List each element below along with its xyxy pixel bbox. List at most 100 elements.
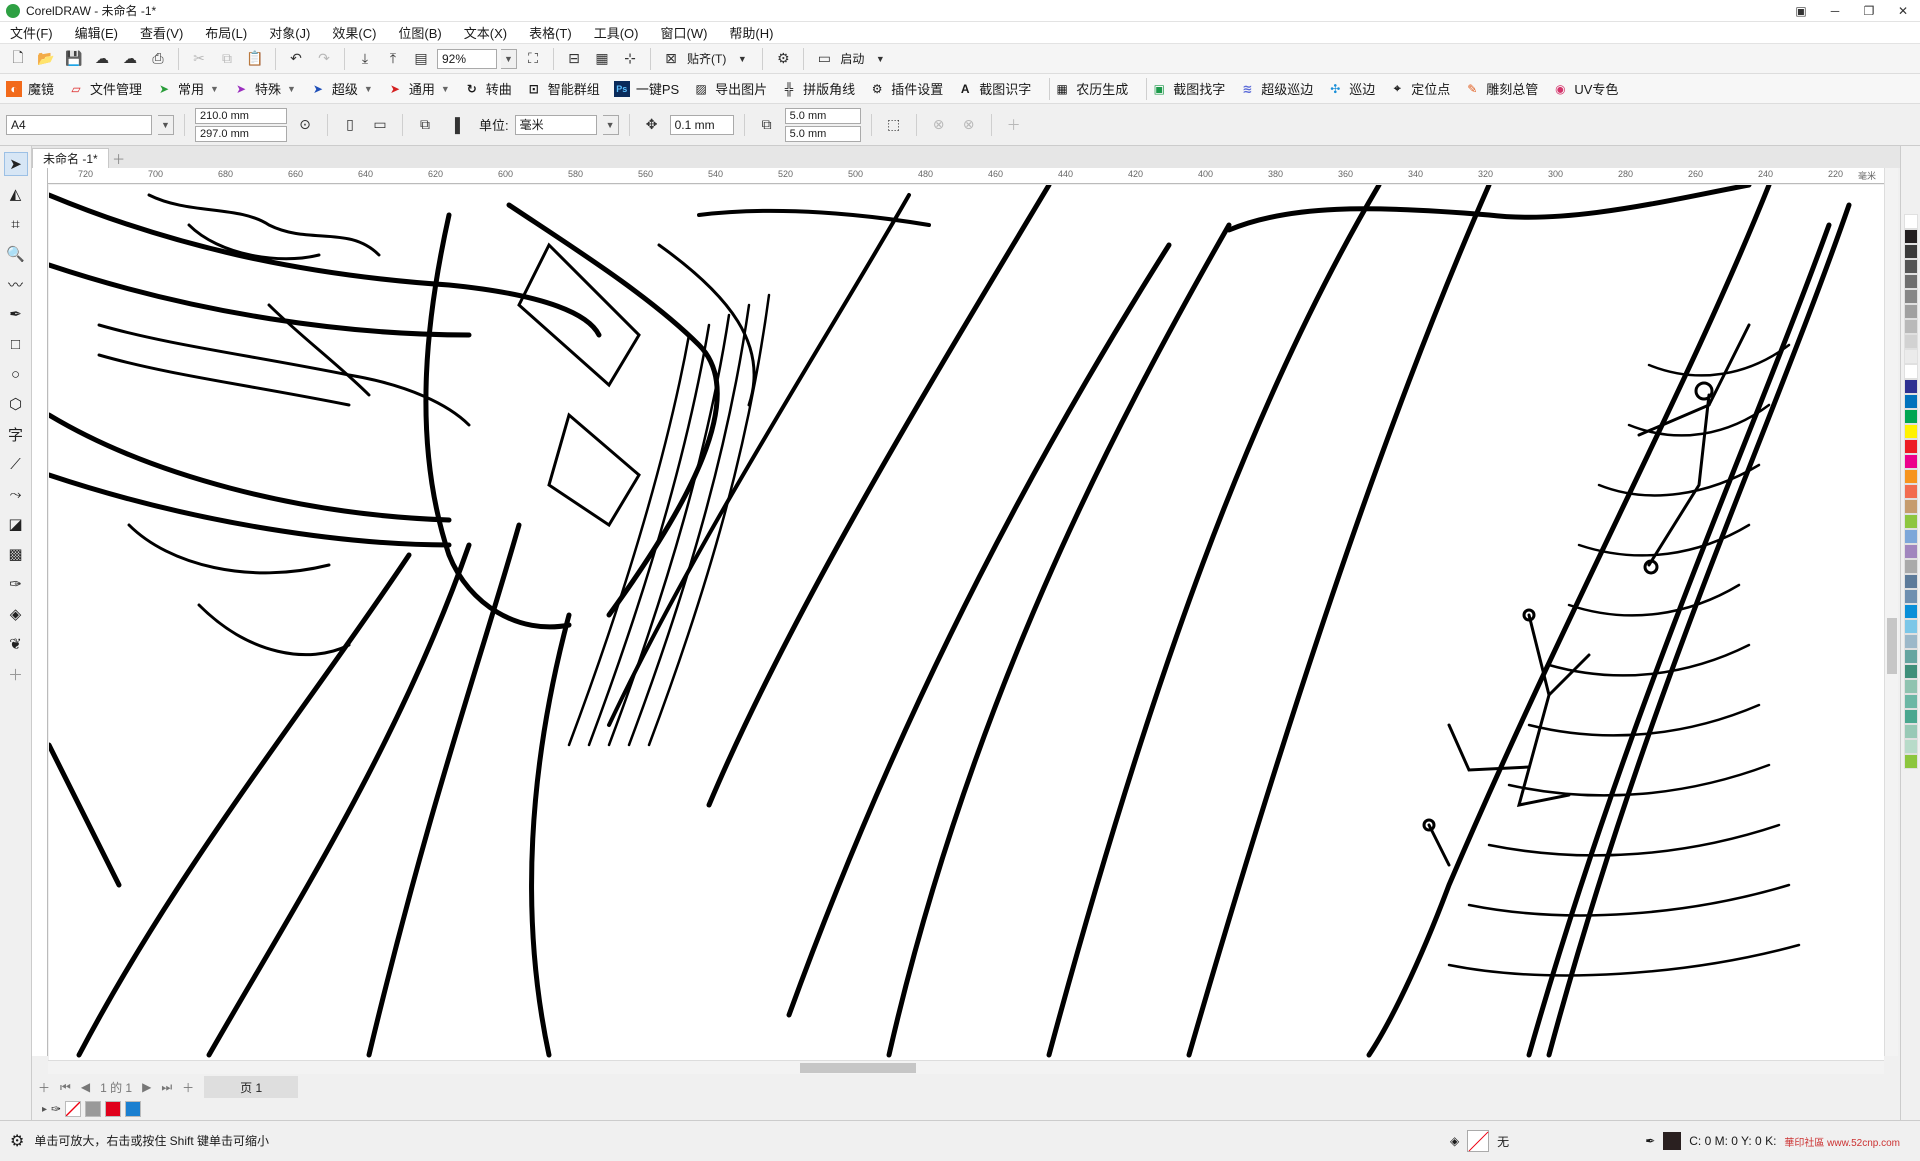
menu-text[interactable]: 文本(X) [464,23,507,42]
document-palette-swatch[interactable] [105,1101,122,1117]
menu-tools[interactable]: 工具(O) [594,23,639,42]
palette-swatch[interactable] [1903,259,1918,274]
palette-swatch[interactable] [1903,214,1918,229]
drawing-canvas[interactable] [49,185,1884,1060]
plugin-special[interactable]: ➤ 特殊 ▼ [233,79,296,98]
plugin-super-trace[interactable]: ≋ 超级巡边 [1239,79,1313,98]
palette-swatch[interactable] [1903,424,1918,439]
palette-swatch[interactable] [1903,514,1918,529]
plugin-trace-edge[interactable]: ✣ 巡边 [1327,79,1375,98]
vertical-ruler[interactable] [32,168,48,1056]
plugin-smart-group[interactable]: ⊡ 智能群组 [526,79,600,98]
freehand-tool-icon[interactable]: 〰 [4,272,28,296]
eyedropper-icon[interactable]: ✑ [51,1102,61,1116]
polygon-tool-icon[interactable]: ⬡ [4,392,28,416]
publish-pdf-icon[interactable]: ▤ [409,47,433,71]
palette-swatch[interactable] [1903,334,1918,349]
interactive-fill-tool-icon[interactable]: ◈ [4,602,28,626]
palette-swatch[interactable] [1903,304,1918,319]
print-icon[interactable]: ⎙ [146,47,170,71]
palette-swatch[interactable] [1903,439,1918,454]
menu-bitmaps[interactable]: 位图(B) [398,23,441,42]
all-pages-size-icon[interactable]: ⊙ [293,113,317,137]
palette-swatch[interactable] [1903,229,1918,244]
edit-page-icon[interactable]: ⬚ [882,113,906,137]
text-tool-icon[interactable]: 字 [4,422,28,446]
show-rulers-icon[interactable]: ⊟ [562,47,586,71]
palette-swatch[interactable] [1903,244,1918,259]
pick-tool-icon[interactable]: ➤ [3,152,28,176]
close-icon[interactable]: ✕ [1886,0,1920,22]
last-page-icon[interactable]: ⏭ [161,1080,172,1095]
status-gear-icon[interactable]: ⚙ [10,1131,24,1151]
palette-swatch[interactable] [1903,364,1918,379]
plugin-ocr[interactable]: A 截图识字 [957,79,1031,98]
palette-swatch[interactable] [1903,634,1918,649]
chevron-down-icon[interactable]: ▼ [730,47,754,71]
palette-swatch[interactable] [1903,529,1918,544]
scroll-thumb[interactable] [800,1063,916,1073]
portrait-icon[interactable]: ▯ [338,113,362,137]
duplicate-y-input[interactable]: 5.0 mm [784,125,861,142]
menu-edit[interactable]: 编辑(E) [75,23,118,42]
menu-layout[interactable]: 布局(L) [205,23,247,42]
chevron-down-icon[interactable]: ▼ [210,84,219,94]
new-document-icon[interactable]: 🗋 [6,47,30,71]
cloud-download-icon[interactable]: ☁ [90,47,114,71]
connector-tool-icon[interactable]: ⤳ [4,482,28,506]
ellipse-tool-icon[interactable]: ○ [4,362,28,386]
full-screen-icon[interactable]: ⛶ [521,47,545,71]
palette-swatch[interactable] [1903,664,1918,679]
add-icon[interactable]: ＋ [1002,113,1026,137]
palette-swatch[interactable] [1903,289,1918,304]
no-color-swatch[interactable] [65,1101,82,1117]
page-size-select[interactable]: A4 [6,114,152,135]
palette-swatch[interactable] [1903,679,1918,694]
plugin-find-font[interactable]: ▣ 截图找字 [1151,79,1226,98]
zoom-tool-icon[interactable]: 🔍 [4,242,28,266]
crop-tool-icon[interactable]: ⌗ [4,212,28,236]
outline-color-swatch[interactable] [1663,1132,1682,1150]
treat-as-filled-icon[interactable]: ⊗ [927,113,951,137]
open-folder-icon[interactable]: 📂 [34,47,58,71]
document-palette-swatch[interactable] [85,1101,102,1117]
transparency-tool-icon[interactable]: ▩ [4,542,28,566]
snap-options-icon[interactable]: ⊗ [957,113,981,137]
fill-color-swatch[interactable] [1467,1130,1490,1152]
palette-swatch[interactable] [1903,694,1918,709]
options-gear-icon[interactable]: ⚙ [771,47,795,71]
plugin-engrave-manager[interactable]: ✎ 雕刻总管 [1464,79,1538,98]
zoom-level-input[interactable]: 92% [437,48,497,69]
horizontal-scrollbar[interactable] [48,1060,1884,1074]
chevron-down-icon[interactable]: ▼ [602,114,619,135]
launch-button[interactable]: 启动 [840,50,864,67]
new-tab-icon[interactable]: ＋ [109,148,129,168]
menu-table[interactable]: 表格(T) [529,23,572,42]
smart-fill-tool-icon[interactable]: ❦ [4,632,28,656]
palette-swatch[interactable] [1903,559,1918,574]
plugin-uv-spot[interactable]: ◉ UV专色 [1552,79,1618,98]
palette-swatch[interactable] [1903,319,1918,334]
cloud-upload-icon[interactable]: ☁ [118,47,142,71]
plugin-lunar-calendar[interactable]: ▦ 农历生成 [1054,79,1129,98]
all-pages-icon[interactable]: ⧉ [413,113,437,137]
minimize-icon[interactable]: ─ [1818,0,1852,22]
vertical-scrollbar[interactable] [1884,168,1898,1056]
menu-object[interactable]: 对象(J) [269,23,310,42]
menu-help[interactable]: 帮助(H) [729,23,773,42]
show-guidelines-icon[interactable]: ⊹ [618,47,642,71]
palette-swatch[interactable] [1903,649,1918,664]
palette-swatch[interactable] [1903,589,1918,604]
maximize-icon[interactable]: ❐ [1852,0,1886,22]
shape-tool-icon[interactable]: ◭ [4,182,28,206]
horizontal-ruler[interactable]: 720 700 680 660 640 620 600 580 560 540 … [48,168,1884,184]
palette-swatch[interactable] [1903,469,1918,484]
plugin-file-manager[interactable]: ▱ 文件管理 [68,79,142,98]
show-grid-icon[interactable]: ▦ [590,47,614,71]
palette-swatch[interactable] [1903,754,1918,769]
restore-down-icon[interactable]: ▣ [1784,0,1818,22]
chevron-down-icon[interactable]: ▼ [287,84,296,94]
palette-swatch[interactable] [1903,709,1918,724]
chevron-down-icon[interactable]: ▼ [501,48,517,69]
plugin-crop-marks[interactable]: ╬ 拼版角线 [781,79,855,98]
